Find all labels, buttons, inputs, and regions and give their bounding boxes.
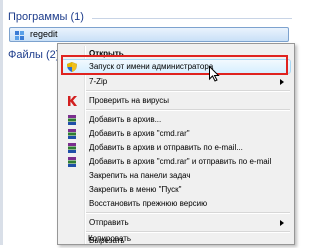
winrar-icon	[68, 115, 76, 125]
programs-header-divider	[92, 18, 292, 19]
submenu-arrow-icon	[280, 220, 284, 226]
menu-item-archive-and-email-label: Добавить в архив и отправить по e-mail..…	[89, 143, 243, 152]
annotation-highlight-box	[61, 55, 288, 75]
menu-item-virus-scan[interactable]: Проверить на вирусы	[60, 94, 292, 108]
menu-item-pin-start[interactable]: Закрепить в меню "Пуск"	[60, 183, 292, 197]
menu-item-add-to-cmd-rar[interactable]: Добавить в архив "cmd.rar"	[60, 127, 292, 141]
menu-separator	[86, 212, 290, 214]
menu-item-7zip-label: 7-Zip	[89, 77, 108, 86]
menu-item-virus-scan-label: Проверить на вирусы	[89, 96, 170, 105]
winrar-icon	[68, 129, 76, 139]
programs-header[interactable]: Программы (1)	[8, 11, 84, 23]
menu-separator	[86, 90, 290, 92]
menu-item-archive-and-email[interactable]: Добавить в архив и отправить по e-mail..…	[60, 141, 292, 155]
menu-item-send-to[interactable]: Отправить	[60, 216, 292, 230]
menu-item-send-to-label: Отправить	[89, 218, 129, 227]
search-result-label: regedit	[30, 29, 58, 39]
menu-item-pin-start-label: Закрепить в меню "Пуск"	[89, 185, 182, 194]
menu-item-pin-taskbar[interactable]: Закрепить на панели задач	[60, 169, 292, 183]
menu-item-7zip[interactable]: 7-Zip	[60, 75, 292, 89]
winrar-icon	[68, 157, 76, 167]
files-header[interactable]: Файлы (2)	[8, 49, 59, 61]
winrar-icon	[68, 143, 76, 153]
menu-item-add-to-archive[interactable]: Добавить в архив...	[60, 113, 292, 127]
menu-item-add-to-cmd-rar-label: Добавить в архив "cmd.rar"	[89, 129, 190, 138]
search-result-regedit[interactable]: regedit	[9, 27, 289, 42]
antivirus-k-icon	[68, 96, 77, 106]
menu-item-restore-previous-label: Восстановить прежнюю версию	[89, 199, 208, 208]
panel-edge	[0, 0, 3, 245]
menu-item-copy[interactable]: Копировать	[59, 233, 291, 245]
mouse-cursor-icon	[209, 66, 220, 82]
menu-item-cmd-rar-and-email-label: Добавить в архив "cmd.rar" и отправить п…	[89, 157, 272, 166]
menu-item-restore-previous[interactable]: Восстановить прежнюю версию	[60, 197, 292, 211]
menu-item-cmd-rar-and-email[interactable]: Добавить в архив "cmd.rar" и отправить п…	[60, 155, 292, 169]
menu-separator	[86, 109, 290, 111]
registry-editor-icon	[15, 31, 24, 40]
submenu-arrow-icon	[280, 79, 284, 85]
menu-item-add-to-archive-label: Добавить в архив...	[89, 115, 162, 124]
menu-item-copy-label: Копировать	[88, 234, 132, 243]
menu-item-pin-taskbar-label: Закрепить на панели задач	[89, 171, 191, 180]
